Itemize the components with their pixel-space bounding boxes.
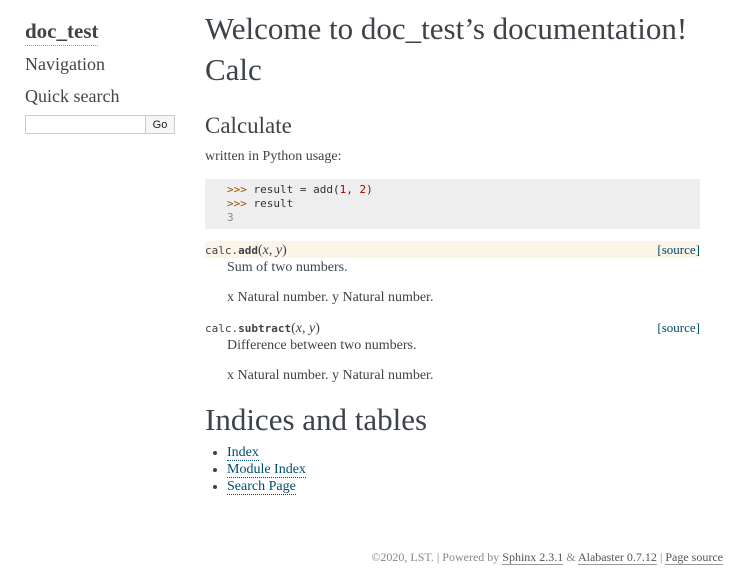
code-prompt: >>> [227, 183, 254, 196]
source-link[interactable]: [source] [657, 319, 700, 336]
function-signature: calc.subtract(x, y) [source] [205, 319, 700, 336]
alabaster-link[interactable]: Alabaster 0.7.12 [577, 550, 657, 565]
function-summary: Sum of two numbers. [227, 260, 348, 275]
function-description: Sum of two numbers. x Natural number. y … [227, 259, 700, 307]
code-prompt: >>> [227, 197, 254, 210]
function-params-text: x Natural number. y Natural number. [227, 290, 434, 305]
project-title-link[interactable]: doc_test [25, 17, 99, 46]
code-text: , [346, 183, 360, 196]
function-add: calc.add(x, y) [source] Sum of two numbe… [205, 241, 700, 307]
page-source-link[interactable]: Page source [665, 550, 723, 565]
sphinx-link[interactable]: Sphinx 2.3.1 [502, 550, 564, 565]
module-title: Calc [205, 52, 262, 87]
footer-amp: & [563, 550, 578, 564]
main-content: Welcome to doc_test’s documentation! Cal… [205, 12, 700, 495]
function-params-text: x Natural number. y Natural number. [227, 368, 434, 383]
function-name: subtract [238, 322, 292, 335]
quick-search-heading: Quick search [25, 86, 120, 106]
function-prefix: calc. [205, 322, 239, 335]
search-form: Go [25, 115, 180, 134]
function-prefix: calc. [205, 244, 239, 257]
search-page-link[interactable]: Search Page [227, 479, 296, 495]
index-links-list: Index Module Index Search Page [205, 444, 700, 495]
search-input[interactable] [25, 115, 146, 134]
page-title: Welcome to doc_test’s documentation! [205, 11, 688, 46]
indices-title: Indices and tables [205, 402, 428, 437]
code-text: result = add( [253, 183, 340, 196]
code-text: ) [366, 183, 373, 196]
list-item: Index [227, 444, 700, 461]
module-index-link[interactable]: Module Index [227, 462, 306, 478]
function-description: Difference between two numbers. x Natura… [227, 337, 700, 385]
footer: ©2020, LST. | Powered by Sphinx 2.3.1 & … [371, 550, 723, 565]
function-subtract: calc.subtract(x, y) [source] Difference … [205, 319, 700, 385]
footer-copyright: ©2020, LST. | Powered by [371, 550, 503, 564]
search-go-button[interactable]: Go [146, 115, 175, 134]
code-block: >>> result = add(1, 2) >>> result 3 [205, 179, 700, 229]
navigation-heading: Navigation [25, 54, 105, 74]
index-link[interactable]: Index [227, 445, 259, 461]
list-item: Module Index [227, 461, 700, 478]
usage-text: written in Python usage: [205, 149, 342, 164]
function-signature: calc.add(x, y) [source] [205, 241, 700, 258]
function-name: add [238, 244, 258, 257]
code-output: 3 [227, 211, 234, 224]
code-text: result [253, 197, 294, 210]
sidebar: doc_test Navigation Quick search Go [25, 17, 180, 134]
function-summary: Difference between two numbers. [227, 338, 417, 353]
section-title: Calculate [205, 113, 292, 138]
list-item: Search Page [227, 478, 700, 495]
source-link[interactable]: [source] [657, 241, 700, 258]
